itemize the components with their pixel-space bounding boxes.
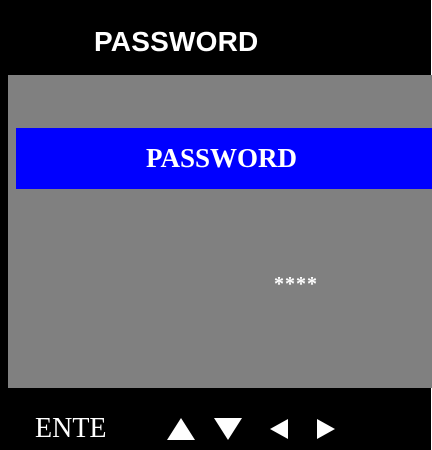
menu-panel (8, 75, 432, 388)
header-bar: PASSWORD (0, 0, 431, 75)
down-arrow-icon[interactable] (213, 417, 243, 441)
osd-screen: PASSWORD PASSWORD **** ENTE (0, 0, 432, 450)
menu-item-password[interactable]: PASSWORD (16, 128, 432, 189)
right-arrow-icon[interactable] (316, 417, 336, 441)
control-bar: ENTE (0, 400, 431, 450)
enter-button[interactable]: ENTE (35, 412, 107, 446)
left-arrow-icon[interactable] (269, 417, 289, 441)
password-field[interactable]: **** (274, 270, 318, 298)
menu-item-label: PASSWORD (146, 143, 298, 173)
page-title: PASSWORD (94, 26, 259, 57)
up-arrow-icon[interactable] (166, 417, 196, 441)
